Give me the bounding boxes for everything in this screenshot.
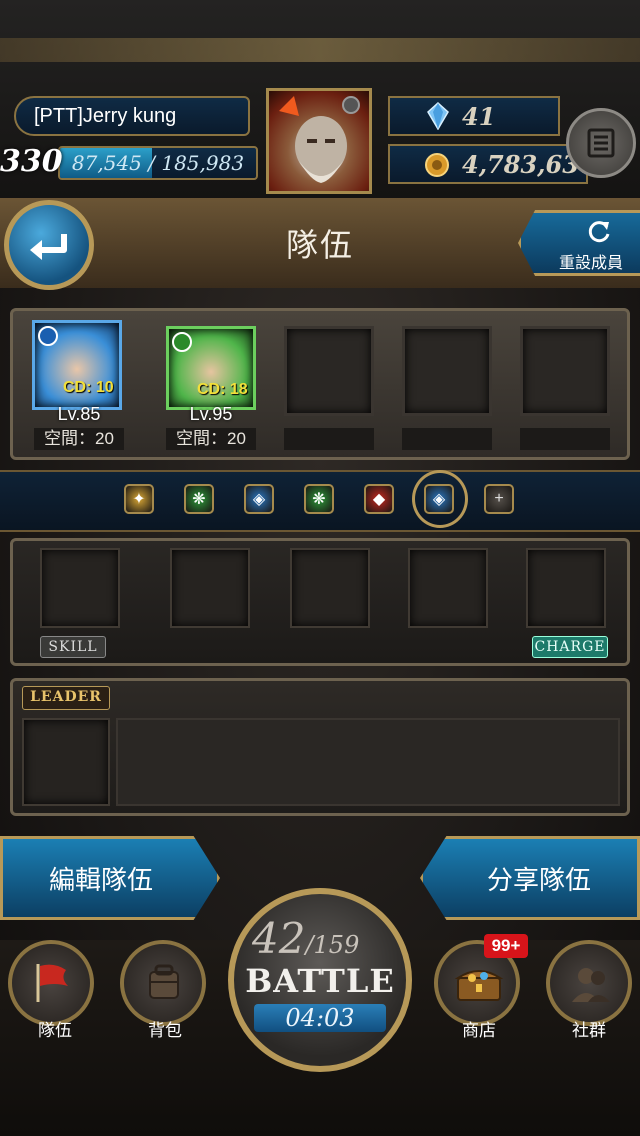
- skill-tag: SKILL: [40, 636, 106, 658]
- nav-team-button[interactable]: [8, 940, 94, 1026]
- nav-social-label: 社群: [572, 1021, 606, 1040]
- add-element-button[interactable]: +: [484, 484, 514, 514]
- treasure-chest-icon: [454, 970, 504, 1001]
- player-name: [PTT]Jerry kung: [34, 104, 177, 127]
- member-cooldown: CD: 10: [63, 379, 114, 396]
- stamina-max: /159: [305, 931, 360, 959]
- light-element-button[interactable]: ✦: [124, 484, 154, 514]
- nav-bag-label: 背包: [148, 1021, 182, 1040]
- team-member-slot-5[interactable]: [520, 326, 610, 416]
- skill-slot-5[interactable]: [526, 548, 606, 628]
- light-icon: ✦: [132, 491, 146, 508]
- leader-skill-slot[interactable]: [22, 718, 110, 806]
- exp-text: 87,545 / 185,983: [71, 151, 245, 175]
- empty-space-bar: [284, 428, 374, 450]
- member-cooldown: CD: 18: [197, 381, 248, 398]
- member-space: 空間：20: [34, 428, 124, 450]
- member-level: Lv.85: [57, 404, 101, 424]
- stamina-current: 42: [252, 914, 306, 963]
- charge-tag: CHARGE: [532, 636, 608, 658]
- empty-space-bar: [520, 428, 610, 450]
- nav-shop-label: 商店: [462, 1021, 496, 1040]
- diamond-icon: [427, 102, 449, 130]
- nav-team-label: 隊伍: [38, 1021, 72, 1040]
- plus-icon: +: [494, 490, 504, 507]
- team-member-slot-1[interactable]: CD: 10: [32, 320, 122, 410]
- hero-portrait-icon: [279, 96, 360, 183]
- wood-element-button[interactable]: ❋: [184, 484, 214, 514]
- battle-button[interactable]: 42/159 BATTLE 04:03: [228, 888, 412, 1072]
- exp-bar: 87,545 / 185,983: [58, 146, 258, 180]
- refresh-icon: [588, 221, 610, 243]
- people-icon: [572, 968, 610, 1002]
- leader-tag: LEADER: [22, 686, 110, 710]
- water-element-icon: [38, 326, 58, 346]
- back-arrow-icon: [30, 234, 67, 260]
- team-member-slot-2[interactable]: CD: 18: [166, 326, 256, 410]
- shop-badge: 99+: [484, 934, 528, 958]
- gem-count: 41: [462, 102, 496, 131]
- backpack-icon: [149, 964, 179, 999]
- player-level: 330: [0, 144, 63, 179]
- water-element-button[interactable]: ◈: [244, 484, 274, 514]
- member-level: Lv.95: [189, 404, 233, 424]
- header-ornament: [0, 38, 640, 62]
- share-team-label: 分享隊伍: [486, 864, 591, 895]
- skill-slot-3[interactable]: [290, 548, 370, 628]
- nav-bag-button[interactable]: [120, 940, 206, 1026]
- wood-element-button[interactable]: ❋: [304, 484, 334, 514]
- back-button[interactable]: [4, 200, 94, 290]
- coin-counter[interactable]: 4,783,637: [388, 144, 596, 184]
- team-member-slot-4[interactable]: [402, 326, 492, 416]
- flag-icon: [36, 964, 68, 1002]
- page-title: 隊伍: [285, 227, 354, 263]
- book-menu-icon: [587, 128, 615, 158]
- skill-slot-2[interactable]: [170, 548, 250, 628]
- wood-icon: ❋: [192, 491, 206, 508]
- water-icon: ◈: [432, 491, 446, 508]
- edit-team-button[interactable]: 編輯隊伍: [0, 836, 220, 920]
- member-space: 空間：20: [166, 428, 256, 450]
- player-name-bar[interactable]: [PTT]Jerry kung: [14, 96, 250, 136]
- reset-members-label: 重設成員: [558, 255, 623, 272]
- coin-icon: [425, 153, 449, 177]
- gem-counter[interactable]: 41: [388, 96, 560, 136]
- fire-icon: ◆: [372, 491, 386, 508]
- empty-space-bar: [402, 428, 492, 450]
- water-icon: ◈: [252, 491, 266, 508]
- menu-button[interactable]: [566, 108, 636, 178]
- team-member-slot-3[interactable]: [284, 326, 374, 416]
- share-team-button[interactable]: 分享隊伍: [420, 836, 640, 920]
- edit-team-label: 編輯隊伍: [48, 864, 153, 895]
- skill-slot-4[interactable]: [408, 548, 488, 628]
- leader-skill-description: [116, 718, 620, 806]
- fire-element-button[interactable]: ◆: [364, 484, 394, 514]
- nav-social-button[interactable]: [546, 940, 632, 1026]
- reset-members-button[interactable]: 重設成員: [518, 210, 640, 276]
- skill-slot-1[interactable]: [40, 548, 120, 628]
- wood-element-icon: [172, 332, 192, 352]
- stamina-timer: 04:03: [285, 1004, 355, 1032]
- wood-icon: ❋: [312, 491, 326, 508]
- battle-label: BATTLE: [245, 962, 395, 1000]
- leader-portrait[interactable]: [266, 88, 372, 194]
- water-element-button-selected[interactable]: ◈: [424, 484, 454, 514]
